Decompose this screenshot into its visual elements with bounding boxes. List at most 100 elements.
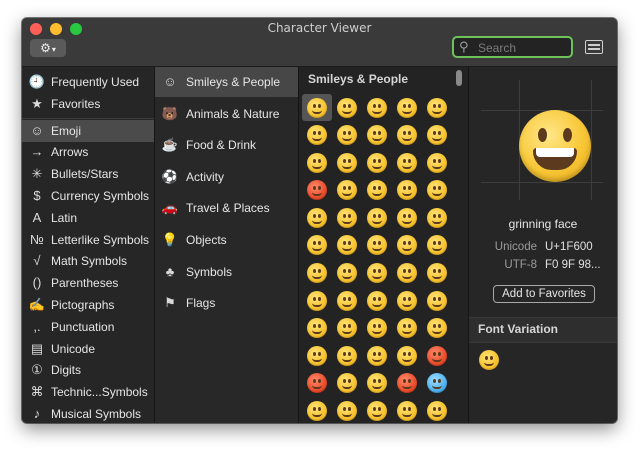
sidebar-item-letterlike-symbols[interactable]: № Letterlike Symbols (22, 229, 154, 251)
sidebar-item-punctuation[interactable]: ,. Punctuation (22, 316, 154, 338)
emoji-cell[interactable] (362, 398, 392, 423)
sidebar-item-musical-symbols[interactable]: ♪ Musical Symbols (22, 403, 154, 423)
action-menu-button[interactable]: ⚙▾ (30, 39, 66, 57)
emoji-cell[interactable] (302, 342, 332, 369)
font-variation-item[interactable] (479, 350, 499, 370)
emoji-cell[interactable] (422, 232, 452, 259)
sidebar-item-math-symbols[interactable]: √ Math Symbols (22, 250, 154, 272)
emoji-cell[interactable] (332, 398, 362, 423)
emoji-cell[interactable] (422, 398, 452, 423)
emoji-cell[interactable] (332, 315, 362, 342)
emoji-cell[interactable] (392, 122, 422, 149)
grinning-face-preview-icon (519, 110, 591, 182)
emoji-cell[interactable] (332, 149, 362, 176)
emoji-cell[interactable] (302, 287, 332, 314)
emoji-cell[interactable] (392, 204, 422, 231)
emoji-cell[interactable] (332, 260, 362, 287)
emoji-cell[interactable] (302, 122, 332, 149)
subcategory-flags[interactable]: ⚑ Flags (155, 288, 298, 318)
subcategory-travel-places[interactable]: 🚗 Travel & Places (155, 193, 298, 223)
grid-scrollbar[interactable] (456, 70, 462, 86)
emoji-cell[interactable] (302, 204, 332, 231)
emoji-cell[interactable] (332, 177, 362, 204)
emoji-cell[interactable] (392, 260, 422, 287)
emoji-cell[interactable] (302, 232, 332, 259)
emoji-cell[interactable] (362, 342, 392, 369)
subcategory-symbols[interactable]: ♣ Symbols (155, 257, 298, 287)
emoji-face-icon (337, 318, 357, 339)
emoji-cell[interactable] (392, 149, 422, 176)
emoji-cell[interactable] (362, 287, 392, 314)
sidebar-item-emoji[interactable]: ☺ Emoji (22, 119, 154, 142)
emoji-cell[interactable] (332, 122, 362, 149)
subcategory-list: ☺ Smileys & People 🐻 Animals & Nature ☕ Food … (155, 67, 299, 423)
sidebar-item-digits[interactable]: ① Digits (22, 359, 154, 381)
subcategory-food-drink[interactable]: ☕ Food & Drink (155, 130, 298, 160)
emoji-cell[interactable] (332, 232, 362, 259)
sidebar-item-frequently-used[interactable]: 🕘 Frequently Used (22, 71, 154, 93)
emoji-cell[interactable] (422, 94, 452, 121)
emoji-cell[interactable] (422, 342, 452, 369)
title-bar: Character Viewer ⚙▾ ⚲ (22, 18, 617, 67)
emoji-cell[interactable] (392, 398, 422, 423)
emoji-cell[interactable] (302, 315, 332, 342)
emoji-cell[interactable] (332, 287, 362, 314)
emoji-cell[interactable] (362, 315, 392, 342)
subcategory-objects[interactable]: 💡 Objects (155, 225, 298, 255)
emoji-cell[interactable] (302, 177, 332, 204)
sidebar-item-favorites[interactable]: ★ Favorites (22, 93, 154, 115)
emoji-cell[interactable] (302, 260, 332, 287)
emoji-cell[interactable] (362, 204, 392, 231)
subcategory-activity[interactable]: ⚽ Activity (155, 162, 298, 192)
emoji-cell[interactable] (362, 260, 392, 287)
sidebar-item-latin[interactable]: A Latin (22, 207, 154, 229)
sidebar-item-bullets-stars[interactable]: ✳ Bullets/Stars (22, 163, 154, 185)
emoji-cell[interactable] (422, 287, 452, 314)
emoji-cell[interactable] (392, 232, 422, 259)
emoji-cell[interactable] (392, 94, 422, 121)
emoji-cell[interactable] (362, 149, 392, 176)
sidebar-item-pictographs[interactable]: ✍ Pictographs (22, 294, 154, 316)
emoji-cell[interactable] (332, 204, 362, 231)
sidebar-item-technic-symbols[interactable]: ⌘ Technic...Symbols (22, 381, 154, 403)
emoji-cell[interactable] (332, 370, 362, 397)
emoji-cell[interactable] (302, 370, 332, 397)
emoji-cell[interactable] (422, 177, 452, 204)
add-to-favorites-button[interactable]: Add to Favorites (493, 285, 595, 303)
emoji-face-icon (337, 401, 357, 422)
emoji-cell[interactable] (422, 315, 452, 342)
emoji-cell[interactable] (362, 94, 392, 121)
sidebar-item-arrows[interactable]: → Arrows (22, 141, 154, 163)
emoji-cell[interactable] (422, 260, 452, 287)
subcategory-smileys-people[interactable]: ☺ Smileys & People (155, 67, 298, 97)
emoji-cell[interactable] (422, 149, 452, 176)
search-field[interactable]: ⚲ (452, 36, 573, 58)
character-preview (481, 80, 603, 200)
subcategory-label: Travel & Places (186, 201, 270, 216)
emoji-cell[interactable] (302, 94, 332, 121)
search-input[interactable] (476, 39, 572, 57)
layout-icon[interactable] (585, 40, 603, 54)
emoji-cell[interactable] (392, 315, 422, 342)
emoji-cell[interactable] (302, 149, 332, 176)
emoji-cell[interactable] (422, 122, 452, 149)
emoji-cell[interactable] (392, 287, 422, 314)
emoji-cell[interactable] (332, 342, 362, 369)
emoji-cell[interactable] (362, 370, 392, 397)
emoji-cell[interactable] (362, 232, 392, 259)
subcategory-animals-nature[interactable]: 🐻 Animals & Nature (155, 99, 298, 129)
emoji-cell[interactable] (422, 370, 452, 397)
emoji-cell[interactable] (362, 177, 392, 204)
emoji-cell[interactable] (302, 398, 332, 423)
emoji-cell[interactable] (392, 342, 422, 369)
sidebar-item-unicode[interactable]: ▤ Unicode (22, 338, 154, 360)
sidebar-item-parentheses[interactable]: () Parentheses (22, 272, 154, 294)
emoji-cell[interactable] (392, 370, 422, 397)
emoji-cell[interactable] (332, 94, 362, 121)
sidebar-item-currency-symbols[interactable]: $ Currency Symbols (22, 185, 154, 207)
emoji-face-icon (307, 373, 327, 394)
emoji-cell[interactable] (362, 122, 392, 149)
window-title: Character Viewer (267, 21, 372, 35)
emoji-cell[interactable] (392, 177, 422, 204)
emoji-cell[interactable] (422, 204, 452, 231)
